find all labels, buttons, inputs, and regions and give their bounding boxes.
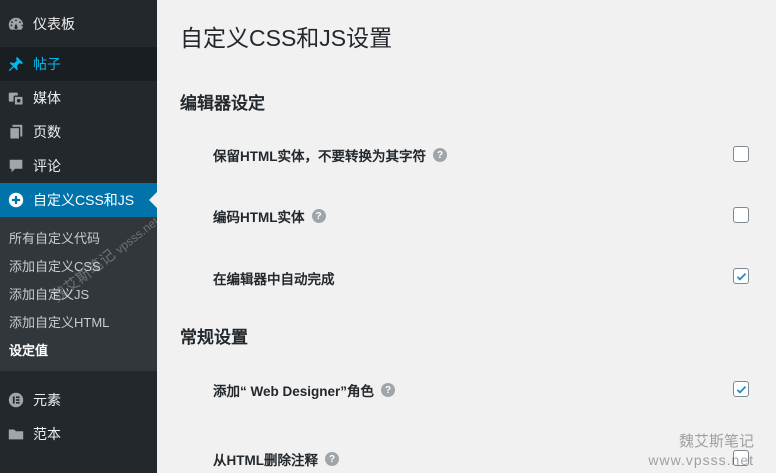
sidebar-item-media[interactable]: 媒体 — [0, 81, 157, 115]
sidebar-item-label: 帖子 — [33, 56, 61, 72]
sidebar-item-label: 元素 — [33, 392, 61, 408]
settings-page: 自定义CSS和JS设置 编辑器设定 保留HTML实体，不要转换为其字符 ? 编码… — [157, 0, 776, 473]
help-icon[interactable]: ? — [381, 383, 396, 397]
sidebar-item-label: 仪表板 — [33, 15, 75, 32]
help-icon[interactable]: ? — [311, 209, 326, 223]
option-label-autocomplete: 在编辑器中自动完成 — [213, 272, 335, 287]
sidebar-item-comments[interactable]: 评论 — [0, 149, 157, 183]
pin-icon — [6, 54, 26, 74]
checkbox-autocomplete[interactable] — [733, 268, 749, 284]
sidebar-item-label: 评论 — [33, 158, 61, 174]
plus-circle-icon — [6, 190, 26, 210]
checkmark-icon — [736, 272, 746, 281]
sidebar-item-label: 页数 — [33, 124, 61, 140]
sidebar-item-templates[interactable]: 范本 — [0, 417, 157, 451]
help-icon[interactable]: ? — [433, 148, 447, 162]
custom-css-js-submenu: 所有自定义代码 添加自定义CSS 添加自定义JS 添加自定义HTML 设定值 — [0, 217, 157, 371]
checkmark-icon — [736, 385, 746, 394]
submenu-add-custom-js[interactable]: 添加自定义JS — [0, 281, 157, 309]
dashboard-icon — [6, 14, 26, 34]
submenu-add-custom-css[interactable]: 添加自定义CSS — [0, 253, 157, 281]
section-title-general: 常规设置 — [180, 328, 248, 347]
sidebar-item-label: 自定义CSS和JS — [33, 192, 135, 208]
option-label-encode-html-entities: 编码HTML实体 ? — [213, 206, 326, 226]
sidebar-item-label: 范本 — [33, 426, 61, 442]
option-label-keep-html-entities: 保留HTML实体，不要转换为其字符 ? — [213, 145, 447, 165]
section-title-editor: 编辑器设定 — [180, 94, 265, 113]
checkbox-encode-html-entities[interactable] — [733, 207, 749, 223]
folder-icon — [6, 424, 26, 444]
page-title: 自定义CSS和JS设置 — [180, 25, 393, 51]
help-icon[interactable]: ? — [325, 452, 339, 466]
checkbox-web-designer-role[interactable] — [733, 381, 749, 397]
sidebar-item-elements[interactable]: 元素 — [0, 383, 157, 417]
sidebar-item-label: 媒体 — [33, 90, 61, 106]
checkbox-keep-html-entities[interactable] — [733, 146, 749, 162]
pages-icon — [6, 122, 26, 142]
option-label-remove-html-comments: 从HTML删除注释 ? — [213, 449, 339, 469]
checkbox-remove-html-comments[interactable] — [733, 450, 749, 466]
comment-icon — [6, 156, 26, 176]
admin-sidebar: 仪表板 帖子 媒体 页数 评论 自定义CSS和JS 所有自定义代码 添加自定义C… — [0, 0, 161, 473]
elementor-icon — [6, 390, 26, 410]
sidebar-item-dashboard[interactable]: 仪表板 — [0, 0, 157, 47]
option-label-web-designer-role: 添加“ Web Designer”角色 ? — [213, 380, 396, 400]
sidebar-item-custom-css-js[interactable]: 自定义CSS和JS — [0, 183, 157, 217]
media-icon — [6, 88, 26, 108]
sidebar-item-posts[interactable]: 帖子 — [0, 47, 157, 81]
sidebar-item-pages[interactable]: 页数 — [0, 115, 157, 149]
submenu-settings[interactable]: 设定值 — [0, 337, 157, 365]
submenu-all-custom-code[interactable]: 所有自定义代码 — [0, 225, 157, 253]
submenu-add-custom-html[interactable]: 添加自定义HTML — [0, 309, 157, 337]
